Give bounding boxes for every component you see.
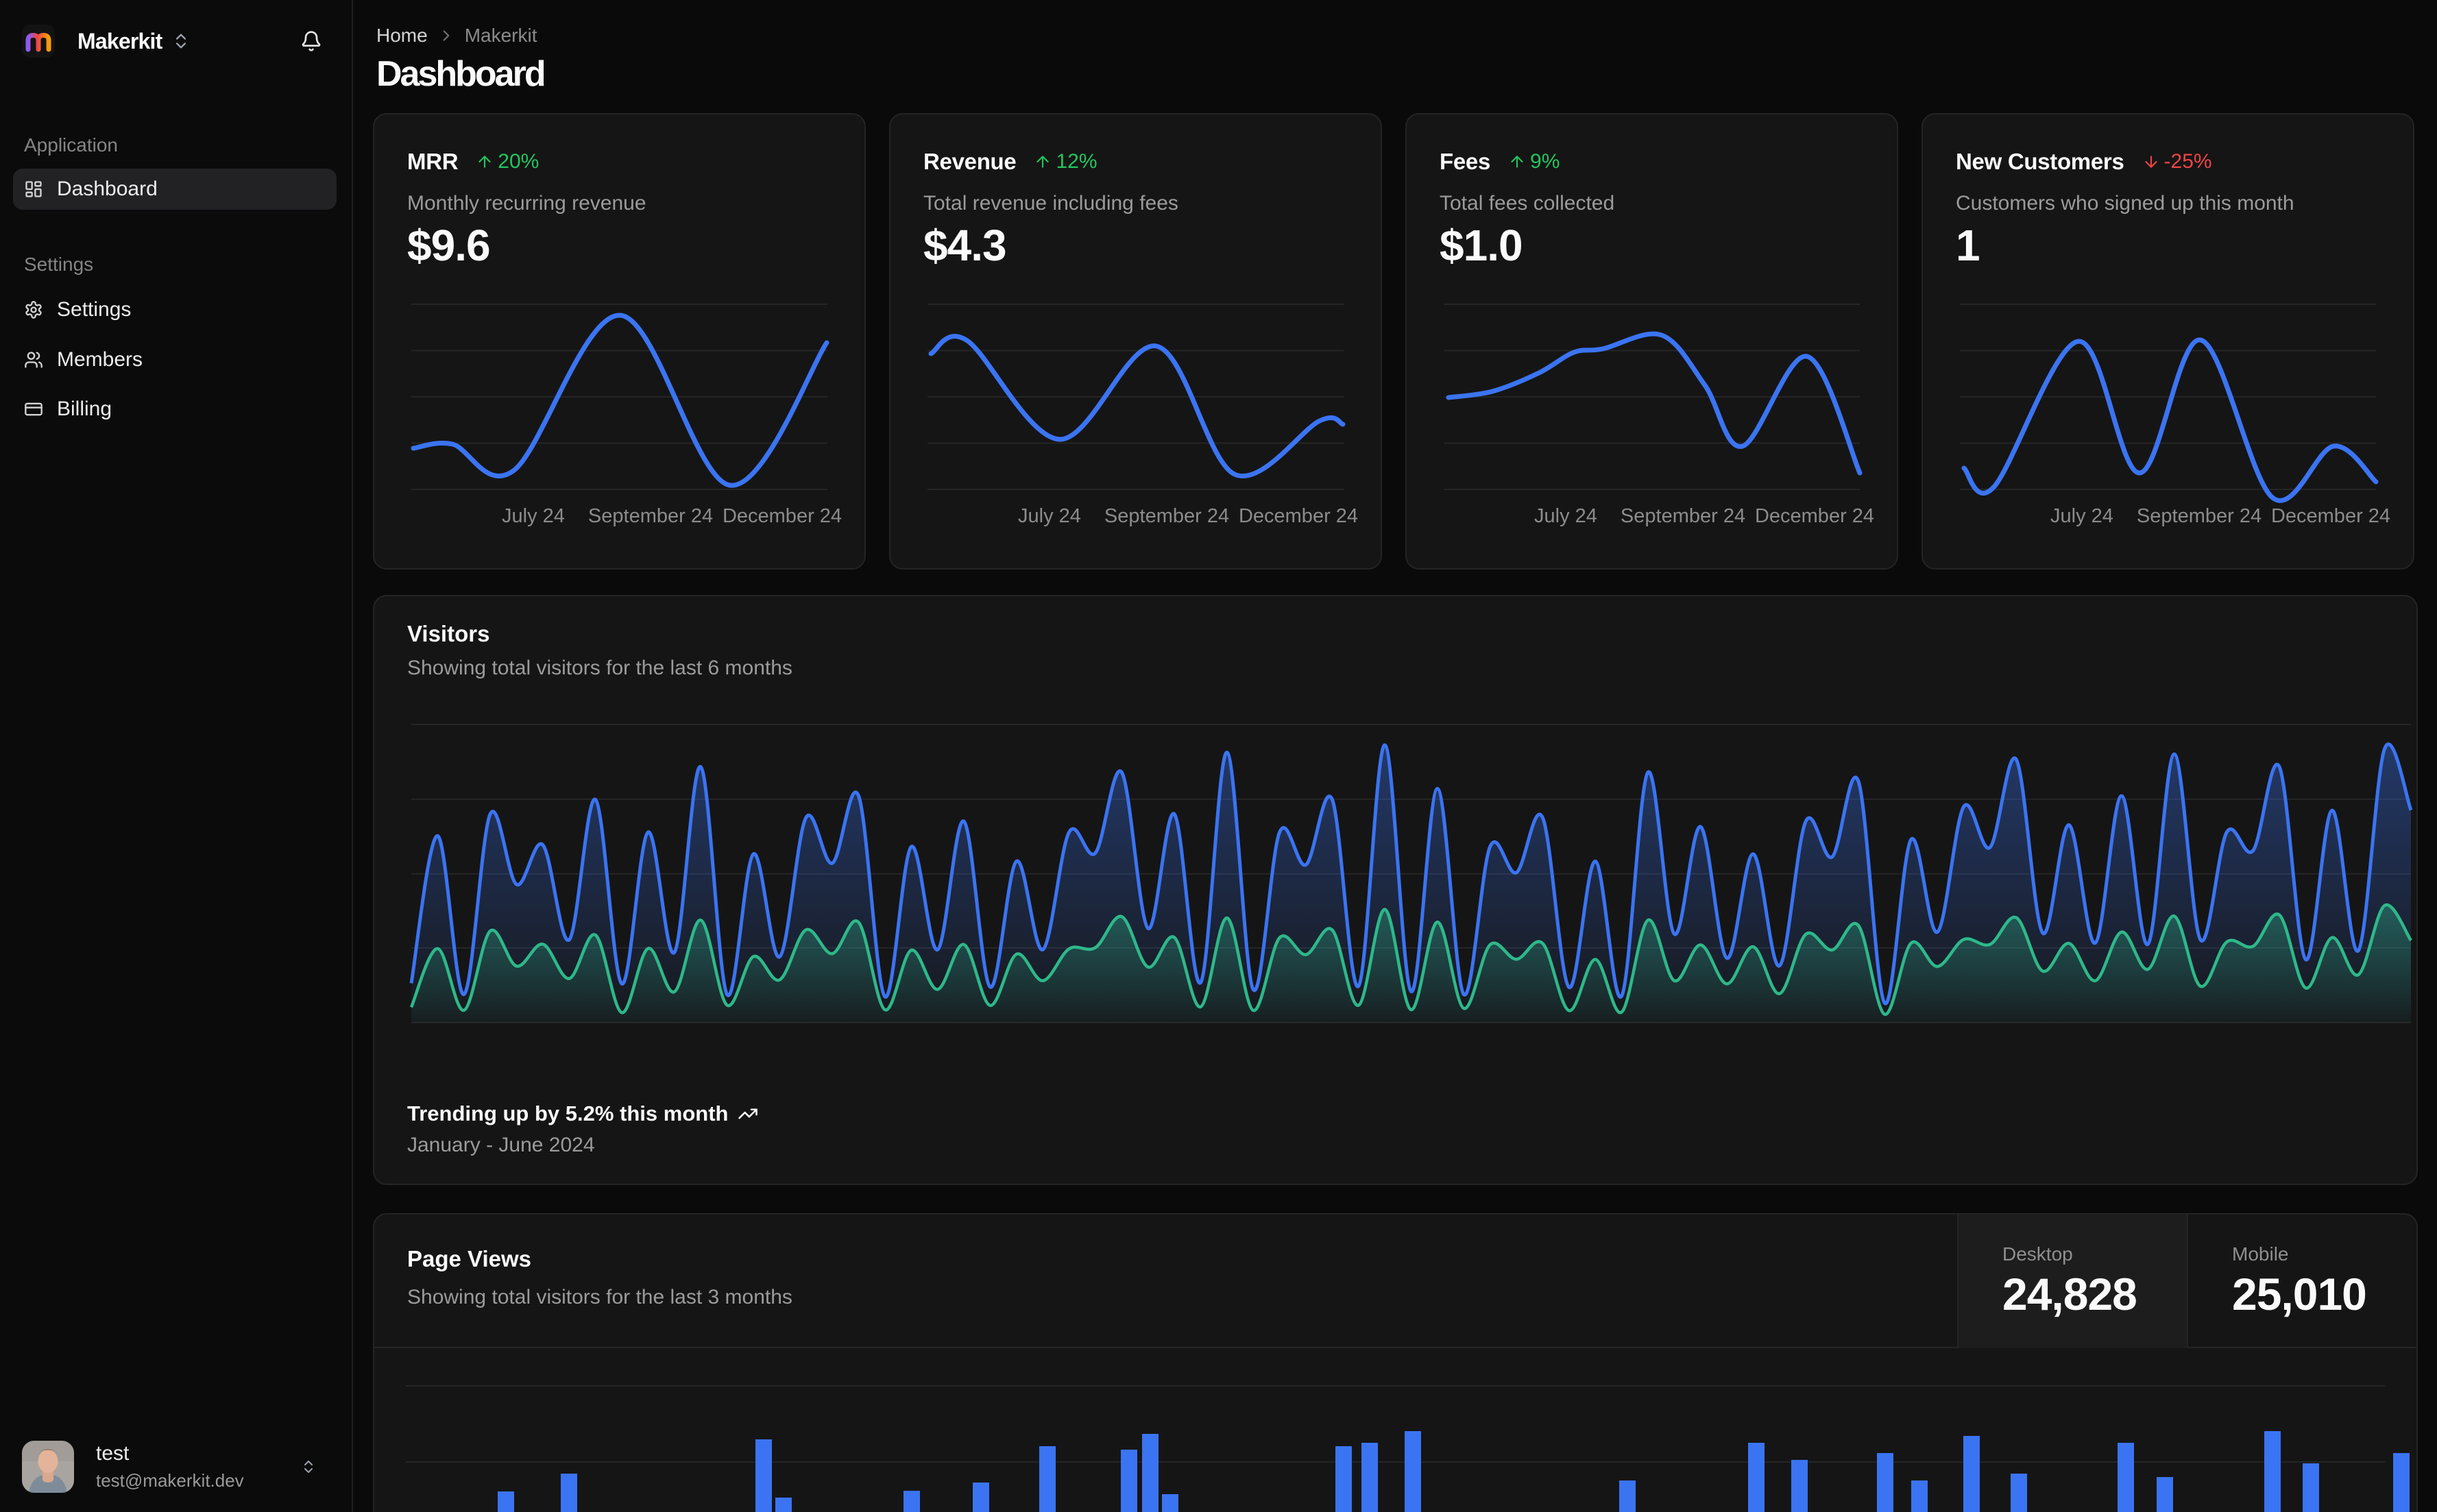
svg-text:September 24: September 24: [588, 505, 713, 527]
svg-text:September 24: September 24: [1104, 505, 1229, 527]
svg-text:September 24: September 24: [1621, 505, 1745, 527]
svg-text:December 24: December 24: [1239, 505, 1358, 527]
svg-text:December 24: December 24: [1755, 505, 1874, 527]
svg-text:July 24: July 24: [502, 505, 565, 527]
svg-text:December 24: December 24: [2271, 505, 2390, 527]
svg-text:July 24: July 24: [2050, 505, 2113, 527]
svg-text:September 24: September 24: [2137, 505, 2262, 527]
svg-text:July 24: July 24: [1534, 505, 1597, 527]
svg-text:July 24: July 24: [1018, 505, 1081, 527]
svg-text:December 24: December 24: [723, 505, 842, 527]
